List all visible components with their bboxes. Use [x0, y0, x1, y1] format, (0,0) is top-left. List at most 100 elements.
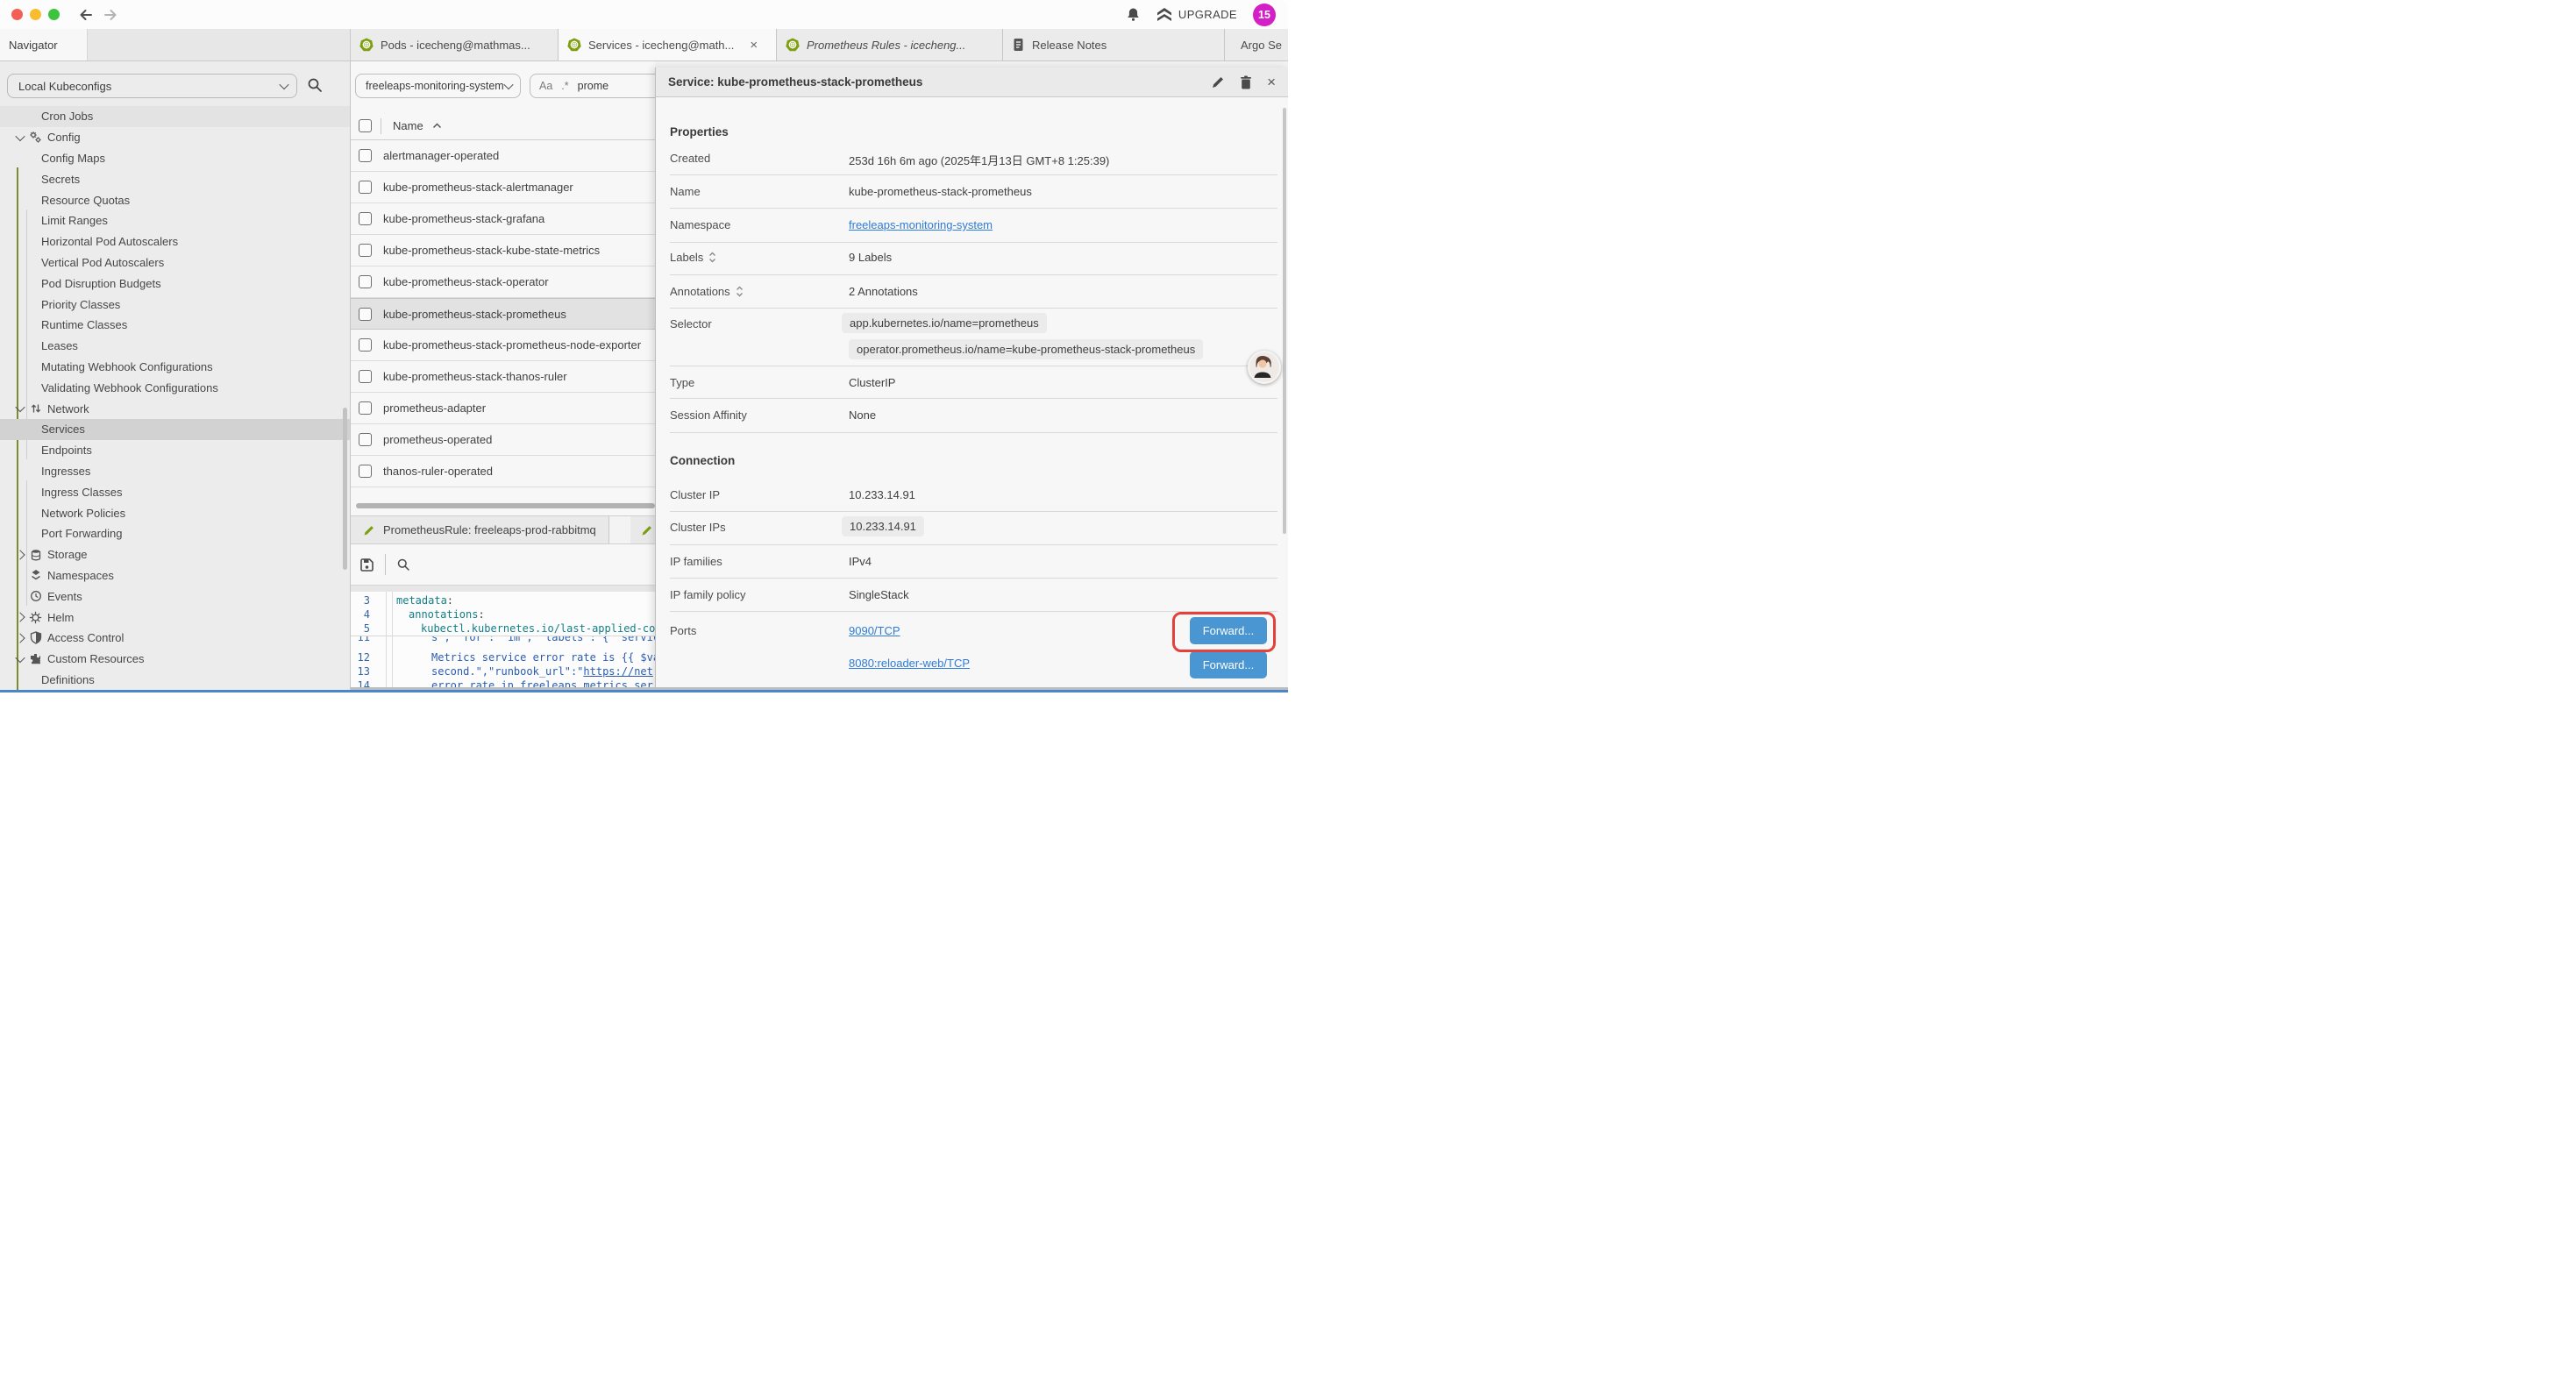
regex-toggle[interactable]: .* — [561, 80, 568, 92]
table-row[interactable]: kube-prometheus-stack-alertmanager — [351, 172, 655, 203]
row-checkbox[interactable] — [359, 433, 372, 446]
table-row[interactable]: prometheus-operated — [351, 424, 655, 456]
sidebar-item-access-control[interactable]: Access Control — [0, 628, 350, 649]
sidebar-item-priority-classes[interactable]: Priority Classes — [0, 294, 350, 315]
table-row[interactable]: kube-prometheus-stack-prometheus-node-ex… — [351, 330, 655, 361]
sidebar-item-config-maps[interactable]: Config Maps — [0, 148, 350, 169]
sidebar-item-leases[interactable]: Leases — [0, 336, 350, 357]
session-affinity-value: None — [849, 408, 876, 422]
expand-sort-icon[interactable] — [736, 286, 744, 297]
sidebar-item-ingresses[interactable]: Ingresses — [0, 461, 350, 482]
row-checkbox[interactable] — [359, 212, 372, 225]
namespace-filter-select[interactable]: freeleaps-monitoring-system — [355, 74, 521, 98]
table-row-selected[interactable]: kube-prometheus-stack-prometheus — [351, 298, 655, 330]
row-checkbox[interactable] — [359, 401, 372, 415]
forward-arrow-icon[interactable] — [102, 6, 119, 24]
port-link-8080[interactable]: 8080:reloader-web/TCP — [849, 657, 970, 670]
sidebar-item-services[interactable]: Services — [0, 419, 350, 440]
sidebar-item-pod-disruption-budgets[interactable]: Pod Disruption Budgets — [0, 273, 350, 294]
namespace-link[interactable]: freeleaps-monitoring-system — [849, 218, 993, 231]
table-row[interactable]: kube-prometheus-stack-thanos-ruler — [351, 361, 655, 393]
forward-button-8080[interactable]: Forward... — [1190, 651, 1267, 678]
horizontal-scrollbar[interactable] — [356, 503, 655, 508]
save-icon[interactable] — [359, 558, 374, 572]
runbook-url-link[interactable]: https://net — [583, 665, 652, 678]
sidebar-item-limit-ranges[interactable]: Limit Ranges — [0, 210, 350, 231]
editor-tab-partial[interactable] — [630, 516, 655, 543]
sidebar-item-secrets[interactable]: Secrets — [0, 168, 350, 189]
sidebar-item-endpoints[interactable]: Endpoints — [0, 440, 350, 461]
sidebar-item-validating-webhook-configurations[interactable]: Validating Webhook Configurations — [0, 377, 350, 398]
editor-tab-prometheusrule[interactable]: PrometheusRule: freeleaps-prod-rabbitmq — [351, 516, 609, 543]
tab-prometheus-rules[interactable]: Prometheus Rules - icecheng... — [777, 29, 1003, 60]
sidebar-item-network[interactable]: Network — [0, 398, 350, 419]
sidebar-item-port-forwarding[interactable]: Port Forwarding — [0, 523, 350, 544]
row-checkbox[interactable] — [359, 149, 372, 162]
row-checkbox[interactable] — [359, 370, 372, 383]
back-arrow-icon[interactable] — [77, 6, 95, 24]
sidebar-item-events[interactable]: Events — [0, 586, 350, 607]
tab-release-notes[interactable]: Release Notes — [1003, 29, 1225, 60]
tab-services[interactable]: Services - icecheng@math... × — [559, 29, 777, 60]
select-all-checkbox[interactable] — [359, 119, 372, 132]
detail-header: Service: kube-prometheus-stack-prometheu… — [656, 67, 1288, 97]
ip-family-policy-value: SingleStack — [849, 588, 909, 601]
avatar[interactable] — [1248, 351, 1281, 384]
row-checkbox[interactable] — [359, 244, 372, 257]
sidebar-item-storage[interactable]: Storage — [0, 544, 350, 565]
row-checkbox[interactable] — [359, 181, 372, 194]
table-row[interactable]: kube-prometheus-stack-kube-state-metrics — [351, 235, 655, 266]
annotations-value[interactable]: 2 Annotations — [849, 285, 918, 298]
table-row[interactable]: prometheus-adapter — [351, 393, 655, 424]
table-row[interactable]: alertmanager-operated — [351, 140, 655, 172]
traffic-light-close-icon[interactable] — [11, 9, 23, 20]
row-checkbox[interactable] — [359, 465, 372, 478]
traffic-light-minimize-icon[interactable] — [30, 9, 41, 20]
column-header-name[interactable]: Name — [393, 119, 442, 132]
sidebar-item-runtime-classes[interactable]: Runtime Classes — [0, 315, 350, 336]
match-case-toggle[interactable]: Aa — [539, 80, 552, 92]
sidebar-item-helm[interactable]: Helm — [0, 607, 350, 628]
row-checkbox[interactable] — [359, 338, 372, 352]
tab-navigator[interactable]: Navigator — [0, 29, 88, 60]
sidebar-item-namespaces[interactable]: Namespaces — [0, 565, 350, 586]
edit-icon[interactable] — [1211, 75, 1225, 89]
yaml-editor[interactable]: 3metadata: 4annotations: 5kubectl.kubern… — [351, 592, 655, 692]
row-checkbox[interactable] — [359, 308, 372, 321]
tab-pods[interactable]: Pods - icecheng@mathmas... — [351, 29, 559, 60]
sidebar-item-definitions[interactable]: Definitions — [0, 670, 350, 691]
sidebar-item-vertical-pod-autoscalers[interactable]: Vertical Pod Autoscalers — [0, 252, 350, 273]
tab-argo[interactable]: Argo Se — [1225, 29, 1288, 60]
labels-value[interactable]: 9 Labels — [849, 251, 892, 264]
sidebar-item-cron-jobs[interactable]: Cron Jobs — [0, 106, 350, 127]
window-bottom-edge — [0, 690, 1288, 692]
section-connection: Connection — [670, 454, 735, 467]
sidebar-scrollbar[interactable] — [343, 408, 347, 570]
port-link-9090[interactable]: 9090/TCP — [849, 624, 900, 637]
sidebar-item-mutating-webhook-configurations[interactable]: Mutating Webhook Configurations — [0, 357, 350, 378]
detail-scrollbar[interactable] — [1283, 108, 1286, 534]
table-row[interactable]: kube-prometheus-stack-grafana — [351, 203, 655, 235]
sidebar-item-network-policies[interactable]: Network Policies — [0, 502, 350, 523]
sidebar-item-ingress-classes[interactable]: Ingress Classes — [0, 481, 350, 502]
table-row[interactable]: kube-prometheus-stack-operator — [351, 266, 655, 298]
row-checkbox[interactable] — [359, 275, 372, 288]
traffic-light-maximize-icon[interactable] — [48, 9, 60, 20]
name-search-input[interactable]: Aa .* prome — [530, 74, 655, 98]
trash-icon[interactable] — [1240, 75, 1252, 89]
upgrade-button[interactable]: UPGRADE — [1156, 8, 1237, 22]
notification-badge[interactable]: 15 — [1253, 4, 1276, 26]
sidebar-item-resource-quotas[interactable]: Resource Quotas — [0, 189, 350, 210]
helm-icon — [29, 611, 42, 624]
expand-sort-icon[interactable] — [708, 252, 716, 263]
table-row[interactable]: thanos-ruler-operated — [351, 456, 655, 487]
sidebar-item-custom-resources[interactable]: Custom Resources — [0, 649, 350, 670]
search-icon[interactable] — [396, 558, 410, 572]
search-icon[interactable] — [307, 77, 323, 93]
sidebar-item-horizontal-pod-autoscalers[interactable]: Horizontal Pod Autoscalers — [0, 231, 350, 252]
close-icon[interactable]: × — [1267, 75, 1276, 89]
kubeconfig-selector[interactable]: Local Kubeconfigs — [7, 74, 297, 98]
sidebar-item-config[interactable]: Config — [0, 127, 350, 148]
bell-icon[interactable] — [1126, 7, 1141, 23]
tab-close-icon[interactable]: × — [750, 39, 758, 52]
